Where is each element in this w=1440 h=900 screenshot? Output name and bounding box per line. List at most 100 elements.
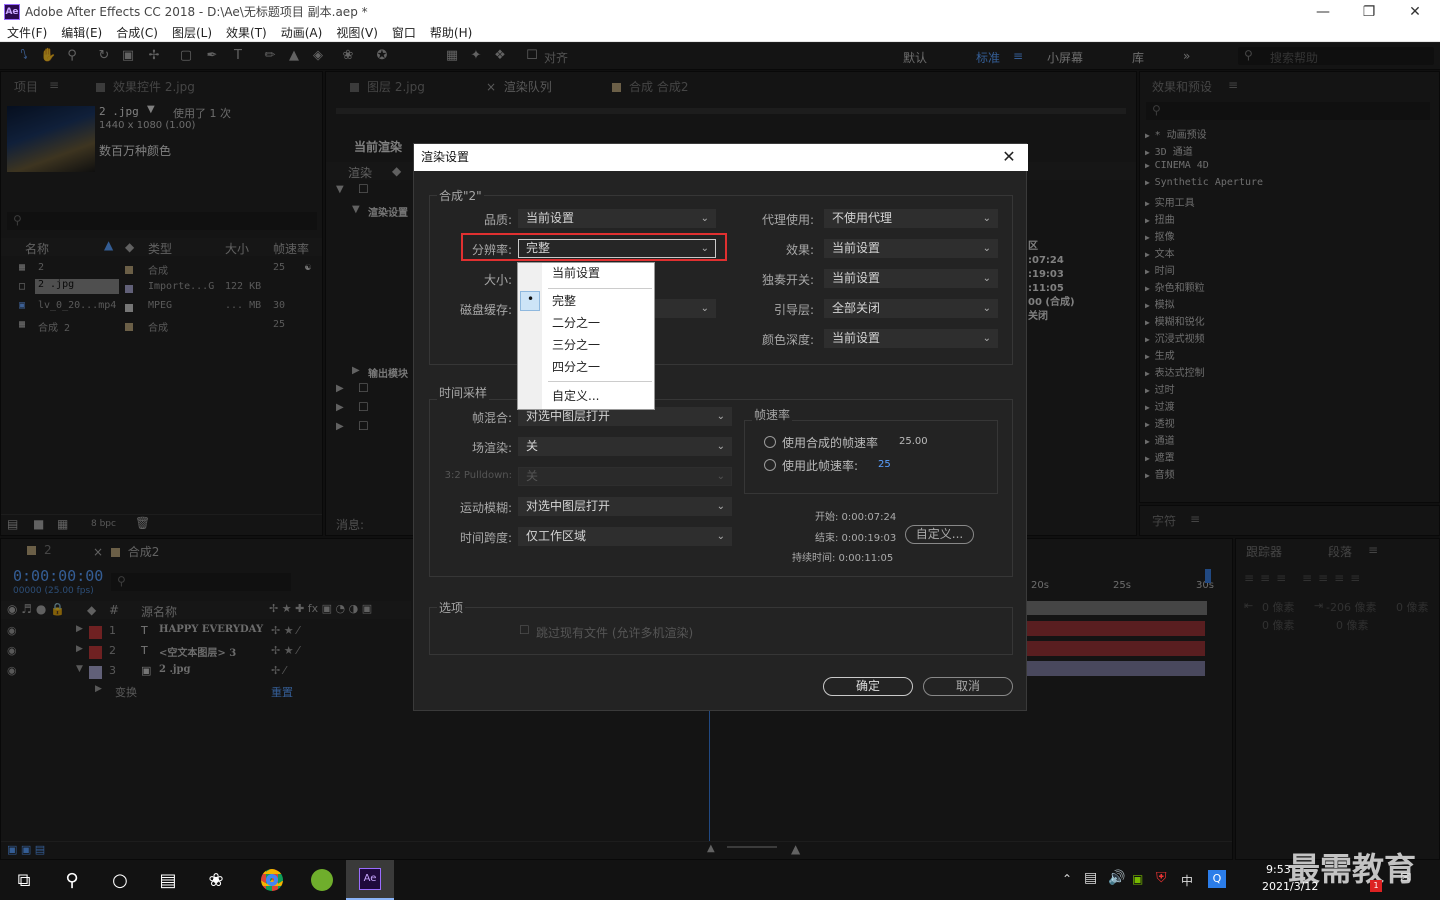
- skip-files-label: 跳过现有文件 (允许多机渲染): [536, 626, 694, 640]
- res-option-custom[interactable]: 自定义...: [518, 386, 654, 406]
- chevron-down-icon: ⌄: [982, 333, 991, 344]
- dialog-title: 渲染设置: [414, 144, 1028, 171]
- guide-label: 引导层:: [773, 303, 814, 317]
- taskbar: ⧉ ⚲ ○ ▤ ❀ Ae ⌃ ▤ 🔊 ▣ ⛨ 中 Q 9:53 2021/3/1…: [0, 850, 1440, 900]
- resolution-select[interactable]: 完整 ⌄: [518, 239, 716, 258]
- nvidia-icon[interactable]: ▣: [1132, 872, 1143, 886]
- task-view-icon[interactable]: ▤: [144, 860, 192, 900]
- ime-indicator[interactable]: 中: [1181, 872, 1193, 889]
- watermark: 最需教育: [1288, 850, 1417, 888]
- use-comp-fps-label: 使用合成的帧速率: [782, 436, 879, 450]
- solo-value: 当前设置: [832, 271, 881, 285]
- quality-select[interactable]: 当前设置 ⌄: [518, 209, 716, 228]
- use-this-fps-radio[interactable]: [764, 459, 776, 471]
- time-span-value: 仅工作区域: [526, 529, 587, 543]
- proxy-label: 代理使用:: [761, 213, 814, 227]
- cancel-button[interactable]: 取消: [923, 677, 1013, 696]
- resolution-dropdown-menu: 当前设置 • 完整 二分之一 三分之一 四分之一 自定义...: [517, 262, 655, 410]
- clock-time[interactable]: 9:53: [1266, 863, 1291, 876]
- res-option-third[interactable]: 三分之一: [518, 335, 654, 355]
- res-option-current[interactable]: 当前设置: [518, 263, 654, 283]
- time-span-select[interactable]: 仅工作区域 ⌄: [518, 527, 732, 546]
- res-option-half[interactable]: 二分之一: [518, 313, 654, 333]
- chevron-down-icon: ⌄: [982, 243, 991, 254]
- dropdown-separator: [548, 288, 652, 289]
- qq-icon[interactable]: Q: [1208, 870, 1226, 888]
- menu-file[interactable]: 文件(F): [0, 24, 54, 41]
- ok-button[interactable]: 确定: [823, 677, 913, 696]
- options-group: [429, 607, 1013, 655]
- minimize-button[interactable]: —: [1300, 0, 1346, 23]
- this-fps-value[interactable]: 25: [878, 459, 891, 470]
- res-option-full[interactable]: 完整: [518, 291, 654, 311]
- menu-layer[interactable]: 图层(L): [165, 24, 219, 41]
- chevron-down-icon: ⌄: [716, 471, 725, 482]
- res-option-quarter[interactable]: 四分之一: [518, 357, 654, 377]
- frame-blend-value: 对选中图层打开: [526, 409, 611, 423]
- menu-animation[interactable]: 动画(A): [274, 24, 330, 41]
- quality-value: 当前设置: [526, 211, 575, 225]
- proxy-value: 不使用代理: [832, 211, 893, 225]
- use-comp-fps-radio[interactable]: [764, 436, 776, 448]
- menu-edit[interactable]: 编辑(E): [54, 24, 109, 41]
- network-icon[interactable]: ▤: [1084, 870, 1097, 886]
- title-bar: Ae Adobe After Effects CC 2018 - D:\Ae\无…: [0, 0, 1440, 23]
- time-span-label: 时间跨度:: [459, 531, 512, 545]
- tray-chevron-icon[interactable]: ⌃: [1062, 872, 1072, 886]
- app-pinwheel-icon[interactable]: ❀: [192, 860, 240, 900]
- color-depth-value: 当前设置: [832, 331, 881, 345]
- close-window-button[interactable]: ✕: [1392, 0, 1438, 23]
- motion-blur-select[interactable]: 对选中图层打开 ⌄: [518, 497, 732, 516]
- field-render-select[interactable]: 关 ⌄: [518, 437, 732, 456]
- quality-label: 品质:: [483, 213, 512, 227]
- frame-blend-label: 帧混合:: [471, 411, 512, 425]
- menu-help[interactable]: 帮助(H): [423, 24, 479, 41]
- chrome-icon[interactable]: [248, 860, 296, 900]
- menu-view[interactable]: 视图(V): [329, 24, 385, 41]
- skip-files-checkbox[interactable]: ☐: [519, 623, 530, 637]
- ae-taskbar-logo: Ae: [359, 868, 381, 890]
- chevron-down-icon: ⌄: [716, 501, 725, 512]
- chevron-down-icon: ⌄: [716, 531, 725, 542]
- duration-time: 持续时间: 0:00:11:05: [792, 553, 894, 564]
- color-depth-select[interactable]: 当前设置 ⌄: [824, 329, 998, 348]
- notification-badge: 1: [1370, 880, 1382, 892]
- size-label: 大小:: [483, 273, 512, 287]
- composition-group-label: 合成"2": [437, 187, 484, 204]
- solo-select[interactable]: 当前设置 ⌄: [824, 269, 998, 288]
- dialog-close-icon[interactable]: ✕: [998, 146, 1020, 168]
- security-icon[interactable]: ⛨: [1156, 870, 1167, 886]
- app-melon-icon[interactable]: [298, 860, 346, 900]
- after-effects-taskbar-icon[interactable]: Ae: [346, 860, 394, 900]
- windows-start-icon[interactable]: ⧉: [0, 860, 48, 900]
- effects-select[interactable]: 当前设置 ⌄: [824, 239, 998, 258]
- chevron-down-icon: ⌄: [700, 213, 709, 224]
- chevron-down-icon: ⌄: [982, 303, 991, 314]
- pulldown-label: 3:2 Pulldown:: [444, 470, 512, 481]
- chevron-down-icon: ⌄: [700, 243, 709, 254]
- cortana-icon[interactable]: ○: [96, 860, 144, 900]
- search-icon[interactable]: ⚲: [48, 860, 96, 900]
- resolution-value: 完整: [526, 241, 551, 255]
- guide-select[interactable]: 全部关闭 ⌄: [824, 299, 998, 318]
- effects-value: 当前设置: [832, 241, 881, 255]
- field-render-label: 场渲染:: [471, 441, 512, 455]
- window-title: Adobe After Effects CC 2018 - D:\Ae\无标题项…: [25, 5, 368, 19]
- volume-icon[interactable]: 🔊: [1108, 870, 1125, 886]
- restore-button[interactable]: ❐: [1346, 0, 1392, 23]
- chevron-down-icon: ⌄: [700, 303, 709, 314]
- menu-window[interactable]: 窗口: [385, 24, 423, 41]
- pulldown-value: 关: [526, 469, 539, 483]
- solo-label: 独奏开关:: [761, 273, 814, 287]
- proxy-select[interactable]: 不使用代理 ⌄: [824, 209, 998, 228]
- action-center-icon[interactable]: ✉: [1400, 870, 1412, 886]
- ae-logo-icon: Ae: [4, 3, 20, 20]
- end-time: 结束: 0:00:19:03: [815, 533, 897, 544]
- menu-effect[interactable]: 效果(T): [219, 24, 274, 41]
- chevron-down-icon: ⌄: [716, 441, 725, 452]
- menu-composition[interactable]: 合成(C): [109, 24, 165, 41]
- disk-cache-label: 磁盘缓存:: [459, 303, 512, 317]
- color-depth-label: 颜色深度:: [761, 333, 814, 347]
- custom-time-button[interactable]: 自定义...: [905, 525, 974, 544]
- guide-value: 全部关闭: [832, 301, 881, 315]
